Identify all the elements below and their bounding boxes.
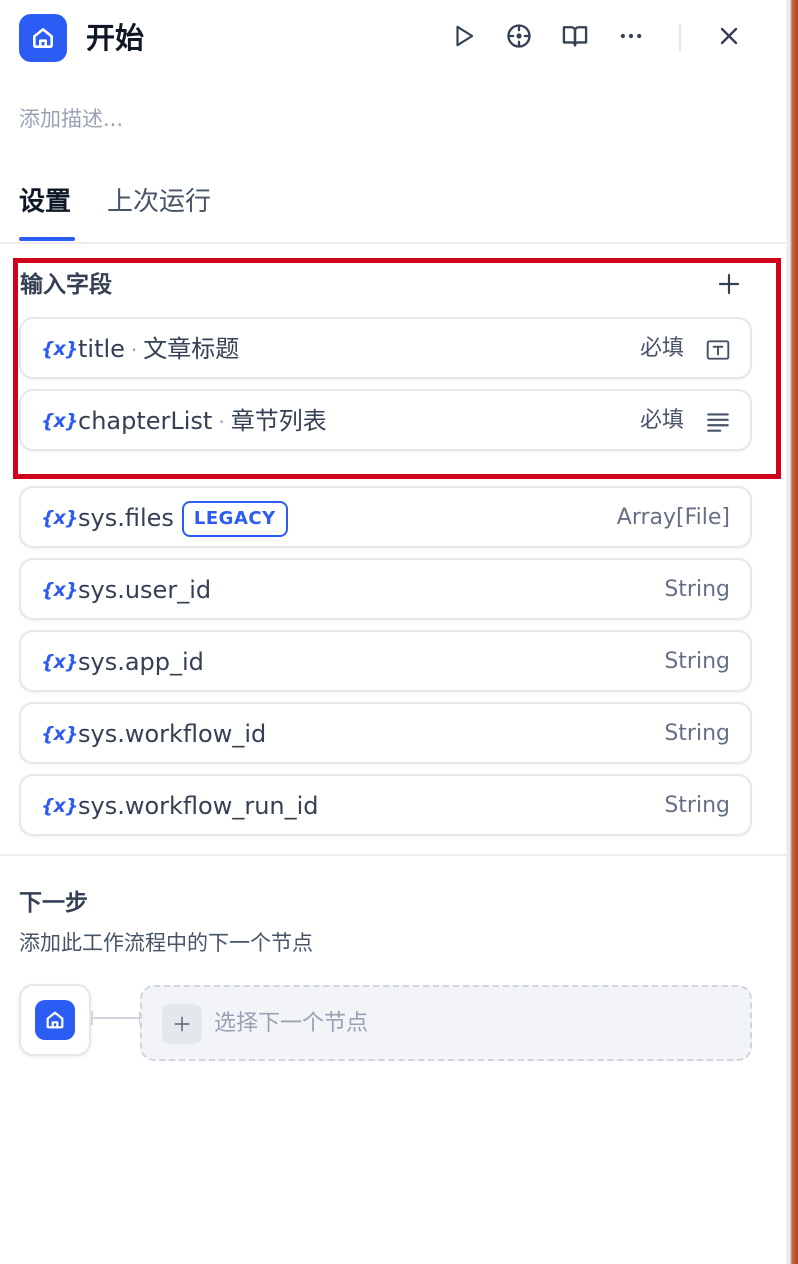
select-next-node-button[interactable]: 选择下一个节点: [140, 985, 752, 1061]
play-icon: [451, 23, 477, 53]
select-next-node-label: 选择下一个节点: [214, 1011, 369, 1036]
input-var-title[interactable]: {x} title · 文章标题 必填: [19, 317, 752, 379]
active-tab-indicator: [19, 237, 75, 241]
more-icon: [617, 22, 645, 54]
variable-icon: {x}: [41, 795, 78, 817]
sys-var-user-id[interactable]: {x} sys.user_id String: [19, 558, 752, 620]
close-icon: [717, 24, 741, 52]
variable-icon: {x}: [41, 723, 78, 745]
docs-button[interactable]: [557, 20, 593, 56]
canvas-edge: [786, 0, 798, 1264]
crosshair-icon: [505, 22, 533, 54]
var-name: title · 文章标题: [78, 335, 240, 363]
plus-icon: [162, 1004, 202, 1044]
var-type: String: [664, 649, 730, 674]
input-fields-title: 输入字段: [20, 272, 112, 298]
text-input-icon: [704, 336, 732, 364]
var-name: sys.files LEGACY: [78, 501, 288, 537]
input-var-chapterlist[interactable]: {x} chapterList · 章节列表 必填: [19, 389, 752, 451]
header-divider: [679, 24, 681, 52]
sys-var-workflow-id[interactable]: {x} sys.workflow_id String: [19, 702, 752, 764]
section-divider: [0, 854, 786, 856]
var-name: sys.app_id: [78, 648, 204, 676]
locate-button[interactable]: [501, 20, 537, 56]
var-type: Array[File]: [616, 505, 730, 530]
node-title[interactable]: 开始: [86, 18, 144, 58]
required-badge: 必填: [640, 408, 685, 433]
book-icon: [561, 22, 589, 54]
sys-var-workflow-run-id[interactable]: {x} sys.workflow_run_id String: [19, 774, 752, 836]
plus-icon: [717, 272, 741, 300]
description-input[interactable]: 添加描述...: [19, 102, 123, 136]
variable-icon: {x}: [41, 507, 78, 529]
var-name: sys.workflow_id: [78, 720, 267, 748]
var-name: sys.workflow_run_id: [78, 792, 319, 820]
home-icon: [35, 1000, 75, 1040]
sys-var-app-id[interactable]: {x} sys.app_id String: [19, 630, 752, 692]
connector-line: [91, 1017, 141, 1019]
var-name: chapterList · 章节列表: [78, 407, 327, 435]
variable-icon: {x}: [41, 410, 78, 432]
tab-settings[interactable]: 设置: [19, 182, 71, 222]
sys-var-files[interactable]: {x} sys.files LEGACY Array[File]: [19, 486, 752, 548]
var-type: String: [664, 793, 730, 818]
add-input-button[interactable]: [711, 268, 747, 304]
variable-icon: {x}: [41, 338, 78, 360]
current-node-card: [19, 984, 91, 1056]
run-button[interactable]: [446, 20, 482, 56]
more-button[interactable]: [613, 20, 649, 56]
next-step-title: 下一步: [19, 890, 88, 916]
close-button[interactable]: [711, 20, 747, 56]
var-type: String: [664, 577, 730, 602]
tabs-divider: [0, 242, 786, 244]
tab-last-run[interactable]: 上次运行: [107, 182, 211, 222]
required-badge: 必填: [640, 336, 685, 361]
variable-icon: {x}: [41, 579, 78, 601]
connector-cap: [91, 1011, 93, 1025]
variable-icon: {x}: [41, 651, 78, 673]
next-step-subtitle: 添加此工作流程中的下一个节点: [19, 931, 313, 955]
paragraph-icon: [704, 408, 732, 436]
home-icon: [19, 14, 67, 62]
legacy-badge: LEGACY: [181, 501, 288, 537]
var-name: sys.user_id: [78, 576, 212, 604]
start-node-panel: 开始 添加描述... 设置 上次运行 输入字段 {x} title · 文章标题…: [0, 0, 786, 1264]
var-type: String: [664, 721, 730, 746]
